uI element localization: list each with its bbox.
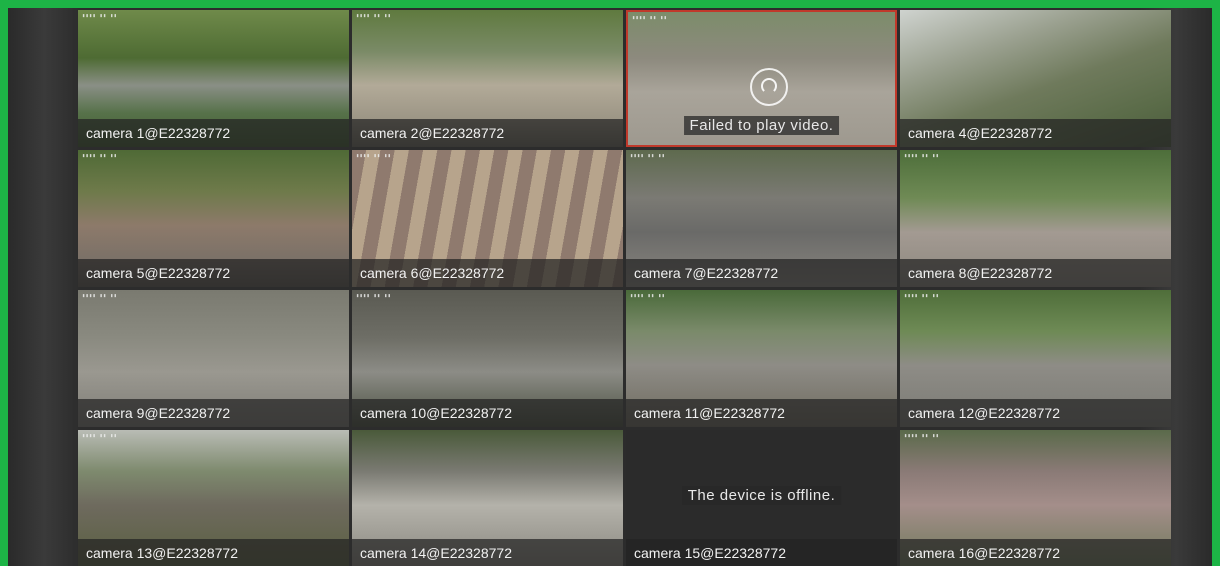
camera-grid: ▮▮▮▮ ▮▮ ▮▮ camera 1@E22328772 ▮▮▮▮ ▮▮ ▮▮… [78,10,1171,566]
timestamp-overlay: ▮▮▮▮ ▮▮ ▮▮ [82,13,118,19]
camera-tile-14[interactable]: camera 14@E22328772 [352,430,623,566]
loading-spinner-icon [749,68,788,106]
timestamp-overlay: ▮▮▮▮ ▮▮ ▮▮ [904,153,940,159]
camera-label-bar: camera 6@E22328772 [352,259,623,287]
camera-label: camera 14@E22328772 [360,545,512,561]
timestamp-overlay: ▮▮▮▮ ▮▮ ▮▮ [356,153,392,159]
camera-wall: ▮▮▮▮ ▮▮ ▮▮ camera 1@E22328772 ▮▮▮▮ ▮▮ ▮▮… [8,8,1212,566]
error-message: Failed to play video. [683,116,840,135]
camera-label-bar: camera 8@E22328772 [900,259,1171,287]
camera-tile-8[interactable]: ▮▮▮▮ ▮▮ ▮▮ camera 8@E22328772 [900,150,1171,287]
camera-label-bar: camera 10@E22328772 [352,399,623,427]
camera-tile-5[interactable]: ▮▮▮▮ ▮▮ ▮▮ camera 5@E22328772 [78,150,349,287]
camera-label-bar: camera 1@E22328772 [78,119,349,147]
camera-label: camera 9@E22328772 [86,405,231,421]
camera-tile-9[interactable]: ▮▮▮▮ ▮▮ ▮▮ camera 9@E22328772 [78,290,349,427]
camera-label: camera 5@E22328772 [86,265,231,281]
timestamp-overlay: ▮▮▮▮ ▮▮ ▮▮ [904,293,940,299]
camera-label: camera 6@E22328772 [360,265,505,281]
timestamp-overlay: ▮▮▮▮ ▮▮ ▮▮ [630,153,666,159]
timestamp-overlay: ▮▮▮▮ ▮▮ ▮▮ [904,433,940,439]
camera-label: camera 1@E22328772 [86,125,231,141]
camera-label-bar: camera 11@E22328772 [626,399,897,427]
camera-label-bar: camera 16@E22328772 [900,539,1171,566]
camera-label: camera 12@E22328772 [908,405,1060,421]
timestamp-overlay: ▮▮▮▮ ▮▮ ▮▮ [356,13,392,19]
camera-tile-16[interactable]: ▮▮▮▮ ▮▮ ▮▮ camera 16@E22328772 [900,430,1171,566]
camera-tile-13[interactable]: ▮▮▮▮ ▮▮ ▮▮ camera 13@E22328772 [78,430,349,566]
offline-message: The device is offline. [681,486,842,505]
camera-label-bar: camera 9@E22328772 [78,399,349,427]
camera-label-bar: camera 12@E22328772 [900,399,1171,427]
camera-label-bar: camera 7@E22328772 [626,259,897,287]
camera-label-bar: camera 4@E22328772 [900,119,1171,147]
camera-tile-10[interactable]: ▮▮▮▮ ▮▮ ▮▮ camera 10@E22328772 [352,290,623,427]
camera-tile-11[interactable]: ▮▮▮▮ ▮▮ ▮▮ camera 11@E22328772 [626,290,897,427]
camera-label: camera 2@E22328772 [360,125,505,141]
camera-tile-12[interactable]: ▮▮▮▮ ▮▮ ▮▮ camera 12@E22328772 [900,290,1171,427]
camera-label: camera 4@E22328772 [908,125,1053,141]
camera-label-bar: camera 2@E22328772 [352,119,623,147]
timestamp-overlay: ▮▮▮▮ ▮▮ ▮▮ [356,293,392,299]
timestamp-overlay: ▮▮▮▮ ▮▮ ▮▮ [82,153,118,159]
timestamp-overlay: ▮▮▮▮ ▮▮ ▮▮ [82,293,118,299]
camera-label: camera 16@E22328772 [908,545,1060,561]
camera-label-bar: camera 14@E22328772 [352,539,623,566]
camera-label: camera 7@E22328772 [634,265,779,281]
camera-label: camera 10@E22328772 [360,405,512,421]
timestamp-overlay: ▮▮▮▮ ▮▮ ▮▮ [630,293,666,299]
camera-label: camera 8@E22328772 [908,265,1053,281]
camera-label-bar: camera 13@E22328772 [78,539,349,566]
camera-tile-4[interactable]: camera 4@E22328772 [900,10,1171,147]
camera-label: camera 11@E22328772 [634,405,785,421]
timestamp-overlay: ▮▮▮▮ ▮▮ ▮▮ [82,433,118,439]
camera-tile-15[interactable]: The device is offline. camera 15@E223287… [626,430,897,566]
camera-label-bar: camera 5@E22328772 [78,259,349,287]
camera-tile-1[interactable]: ▮▮▮▮ ▮▮ ▮▮ camera 1@E22328772 [78,10,349,147]
camera-tile-6[interactable]: ▮▮▮▮ ▮▮ ▮▮ camera 6@E22328772 [352,150,623,287]
camera-label: camera 13@E22328772 [86,545,238,561]
camera-tile-3[interactable]: ▮▮▮▮ ▮▮ ▮▮ Failed to play video. [626,10,897,147]
camera-tile-7[interactable]: ▮▮▮▮ ▮▮ ▮▮ camera 7@E22328772 [626,150,897,287]
timestamp-overlay: ▮▮▮▮ ▮▮ ▮▮ [632,15,668,21]
camera-label: camera 15@E22328772 [634,545,786,561]
camera-label-bar: camera 15@E22328772 [626,539,897,566]
camera-tile-2[interactable]: ▮▮▮▮ ▮▮ ▮▮ camera 2@E22328772 [352,10,623,147]
